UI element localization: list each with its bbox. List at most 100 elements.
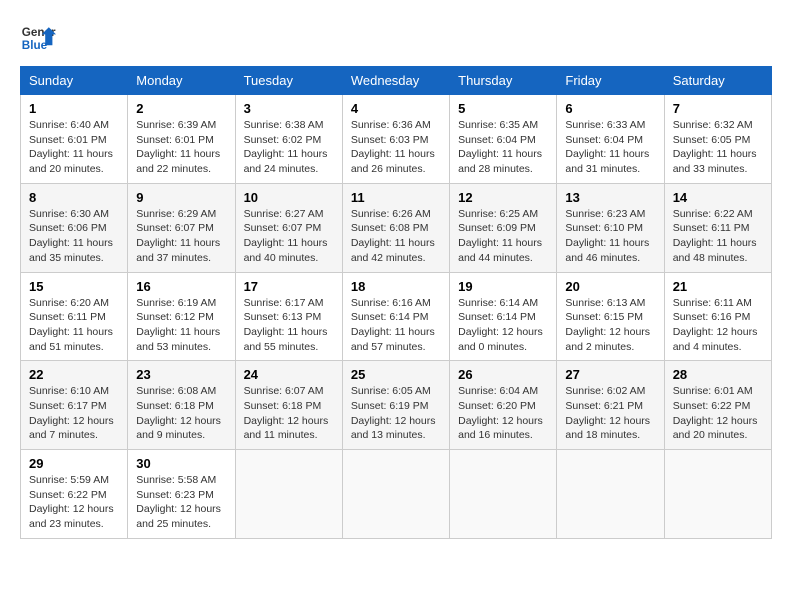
calendar-cell (342, 450, 449, 539)
day-detail: Sunrise: 6:10 AM Sunset: 6:17 PM Dayligh… (29, 384, 119, 443)
calendar-cell: 25 Sunrise: 6:05 AM Sunset: 6:19 PM Dayl… (342, 361, 449, 450)
day-of-week-header: Wednesday (342, 67, 449, 95)
day-number: 4 (351, 101, 441, 116)
day-of-week-header: Monday (128, 67, 235, 95)
calendar-cell: 9 Sunrise: 6:29 AM Sunset: 6:07 PM Dayli… (128, 183, 235, 272)
day-of-week-header: Saturday (664, 67, 771, 95)
logo: General Blue (20, 20, 56, 56)
day-detail: Sunrise: 6:30 AM Sunset: 6:06 PM Dayligh… (29, 207, 119, 266)
day-number: 26 (458, 367, 548, 382)
day-detail: Sunrise: 6:20 AM Sunset: 6:11 PM Dayligh… (29, 296, 119, 355)
calendar-cell: 19 Sunrise: 6:14 AM Sunset: 6:14 PM Dayl… (450, 272, 557, 361)
day-number: 18 (351, 279, 441, 294)
calendar-cell (450, 450, 557, 539)
day-detail: Sunrise: 5:59 AM Sunset: 6:22 PM Dayligh… (29, 473, 119, 532)
calendar-cell: 14 Sunrise: 6:22 AM Sunset: 6:11 PM Dayl… (664, 183, 771, 272)
calendar-cell: 16 Sunrise: 6:19 AM Sunset: 6:12 PM Dayl… (128, 272, 235, 361)
calendar-cell (235, 450, 342, 539)
calendar-cell: 21 Sunrise: 6:11 AM Sunset: 6:16 PM Dayl… (664, 272, 771, 361)
calendar-header-row: SundayMondayTuesdayWednesdayThursdayFrid… (21, 67, 772, 95)
day-number: 21 (673, 279, 763, 294)
calendar-cell: 27 Sunrise: 6:02 AM Sunset: 6:21 PM Dayl… (557, 361, 664, 450)
day-number: 12 (458, 190, 548, 205)
day-of-week-header: Tuesday (235, 67, 342, 95)
day-detail: Sunrise: 6:27 AM Sunset: 6:07 PM Dayligh… (244, 207, 334, 266)
day-number: 25 (351, 367, 441, 382)
day-number: 6 (565, 101, 655, 116)
calendar-cell: 23 Sunrise: 6:08 AM Sunset: 6:18 PM Dayl… (128, 361, 235, 450)
day-number: 23 (136, 367, 226, 382)
calendar-cell: 29 Sunrise: 5:59 AM Sunset: 6:22 PM Dayl… (21, 450, 128, 539)
calendar-week-row: 1 Sunrise: 6:40 AM Sunset: 6:01 PM Dayli… (21, 95, 772, 184)
calendar-cell: 1 Sunrise: 6:40 AM Sunset: 6:01 PM Dayli… (21, 95, 128, 184)
calendar-week-row: 15 Sunrise: 6:20 AM Sunset: 6:11 PM Dayl… (21, 272, 772, 361)
day-number: 1 (29, 101, 119, 116)
day-number: 3 (244, 101, 334, 116)
day-number: 29 (29, 456, 119, 471)
calendar-cell: 12 Sunrise: 6:25 AM Sunset: 6:09 PM Dayl… (450, 183, 557, 272)
day-detail: Sunrise: 6:07 AM Sunset: 6:18 PM Dayligh… (244, 384, 334, 443)
day-number: 9 (136, 190, 226, 205)
day-detail: Sunrise: 6:01 AM Sunset: 6:22 PM Dayligh… (673, 384, 763, 443)
day-detail: Sunrise: 6:29 AM Sunset: 6:07 PM Dayligh… (136, 207, 226, 266)
day-of-week-header: Friday (557, 67, 664, 95)
day-number: 17 (244, 279, 334, 294)
day-detail: Sunrise: 6:33 AM Sunset: 6:04 PM Dayligh… (565, 118, 655, 177)
calendar-cell: 10 Sunrise: 6:27 AM Sunset: 6:07 PM Dayl… (235, 183, 342, 272)
calendar-cell: 22 Sunrise: 6:10 AM Sunset: 6:17 PM Dayl… (21, 361, 128, 450)
calendar-cell: 7 Sunrise: 6:32 AM Sunset: 6:05 PM Dayli… (664, 95, 771, 184)
day-number: 28 (673, 367, 763, 382)
calendar-week-row: 29 Sunrise: 5:59 AM Sunset: 6:22 PM Dayl… (21, 450, 772, 539)
calendar-cell (664, 450, 771, 539)
day-detail: Sunrise: 6:39 AM Sunset: 6:01 PM Dayligh… (136, 118, 226, 177)
calendar-cell: 15 Sunrise: 6:20 AM Sunset: 6:11 PM Dayl… (21, 272, 128, 361)
calendar-week-row: 8 Sunrise: 6:30 AM Sunset: 6:06 PM Dayli… (21, 183, 772, 272)
calendar-cell: 5 Sunrise: 6:35 AM Sunset: 6:04 PM Dayli… (450, 95, 557, 184)
day-number: 13 (565, 190, 655, 205)
day-detail: Sunrise: 6:32 AM Sunset: 6:05 PM Dayligh… (673, 118, 763, 177)
day-detail: Sunrise: 6:08 AM Sunset: 6:18 PM Dayligh… (136, 384, 226, 443)
calendar-cell: 17 Sunrise: 6:17 AM Sunset: 6:13 PM Dayl… (235, 272, 342, 361)
calendar-cell: 30 Sunrise: 5:58 AM Sunset: 6:23 PM Dayl… (128, 450, 235, 539)
day-detail: Sunrise: 6:17 AM Sunset: 6:13 PM Dayligh… (244, 296, 334, 355)
day-number: 11 (351, 190, 441, 205)
day-number: 22 (29, 367, 119, 382)
day-detail: Sunrise: 6:25 AM Sunset: 6:09 PM Dayligh… (458, 207, 548, 266)
day-detail: Sunrise: 6:40 AM Sunset: 6:01 PM Dayligh… (29, 118, 119, 177)
day-number: 5 (458, 101, 548, 116)
day-number: 24 (244, 367, 334, 382)
day-detail: Sunrise: 6:22 AM Sunset: 6:11 PM Dayligh… (673, 207, 763, 266)
day-number: 27 (565, 367, 655, 382)
day-number: 7 (673, 101, 763, 116)
day-detail: Sunrise: 6:13 AM Sunset: 6:15 PM Dayligh… (565, 296, 655, 355)
day-of-week-header: Thursday (450, 67, 557, 95)
day-detail: Sunrise: 6:36 AM Sunset: 6:03 PM Dayligh… (351, 118, 441, 177)
calendar-cell: 11 Sunrise: 6:26 AM Sunset: 6:08 PM Dayl… (342, 183, 449, 272)
calendar-cell: 2 Sunrise: 6:39 AM Sunset: 6:01 PM Dayli… (128, 95, 235, 184)
calendar-cell: 20 Sunrise: 6:13 AM Sunset: 6:15 PM Dayl… (557, 272, 664, 361)
day-detail: Sunrise: 6:16 AM Sunset: 6:14 PM Dayligh… (351, 296, 441, 355)
day-detail: Sunrise: 6:11 AM Sunset: 6:16 PM Dayligh… (673, 296, 763, 355)
logo-icon: General Blue (20, 20, 56, 56)
page-header: General Blue (20, 20, 772, 56)
day-detail: Sunrise: 6:19 AM Sunset: 6:12 PM Dayligh… (136, 296, 226, 355)
day-number: 8 (29, 190, 119, 205)
day-number: 10 (244, 190, 334, 205)
day-number: 15 (29, 279, 119, 294)
day-number: 14 (673, 190, 763, 205)
day-number: 19 (458, 279, 548, 294)
day-detail: Sunrise: 6:38 AM Sunset: 6:02 PM Dayligh… (244, 118, 334, 177)
calendar-cell: 6 Sunrise: 6:33 AM Sunset: 6:04 PM Dayli… (557, 95, 664, 184)
svg-text:Blue: Blue (22, 39, 48, 52)
day-of-week-header: Sunday (21, 67, 128, 95)
day-detail: Sunrise: 6:26 AM Sunset: 6:08 PM Dayligh… (351, 207, 441, 266)
day-detail: Sunrise: 6:14 AM Sunset: 6:14 PM Dayligh… (458, 296, 548, 355)
day-detail: Sunrise: 6:23 AM Sunset: 6:10 PM Dayligh… (565, 207, 655, 266)
day-number: 2 (136, 101, 226, 116)
calendar-cell: 28 Sunrise: 6:01 AM Sunset: 6:22 PM Dayl… (664, 361, 771, 450)
day-detail: Sunrise: 6:04 AM Sunset: 6:20 PM Dayligh… (458, 384, 548, 443)
calendar-cell (557, 450, 664, 539)
calendar-cell: 18 Sunrise: 6:16 AM Sunset: 6:14 PM Dayl… (342, 272, 449, 361)
calendar-body: 1 Sunrise: 6:40 AM Sunset: 6:01 PM Dayli… (21, 95, 772, 539)
calendar-cell: 3 Sunrise: 6:38 AM Sunset: 6:02 PM Dayli… (235, 95, 342, 184)
